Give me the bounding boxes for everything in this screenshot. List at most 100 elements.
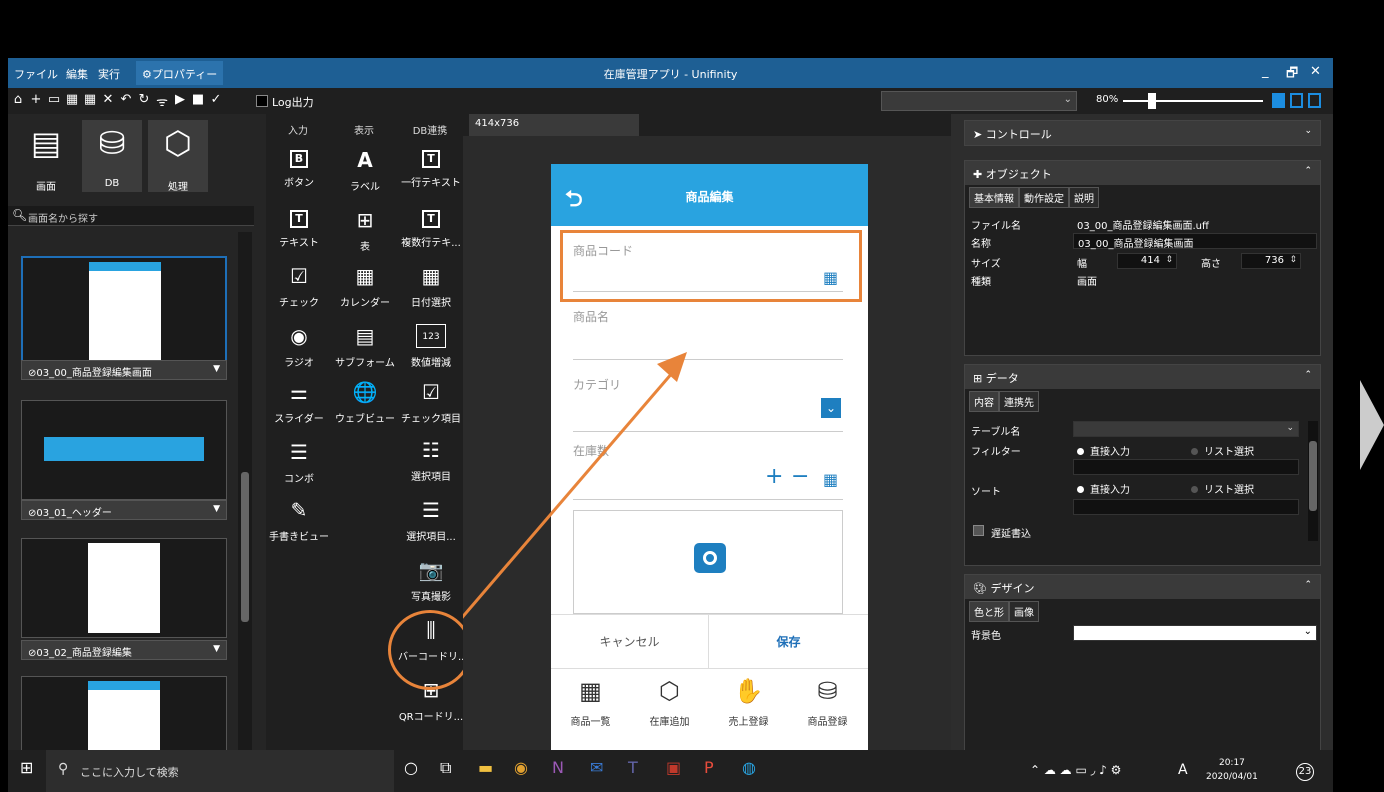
palette-select-item[interactable]: ☷ 選択項目 — [398, 438, 464, 483]
device-select[interactable]: ⌄ — [881, 91, 1077, 111]
home-icon[interactable]: ⌂ — [10, 92, 26, 107]
tab-color-shape[interactable]: 色と形 — [969, 601, 1009, 622]
tab-image[interactable]: 画像 — [1009, 601, 1039, 622]
palette-check[interactable]: ☑ チェック — [266, 264, 332, 309]
table-name-select[interactable]: ⌄ — [1073, 421, 1299, 437]
layout-triple-icon[interactable] — [1308, 93, 1321, 108]
teams-icon[interactable]: T — [628, 758, 638, 777]
layout-double-icon[interactable] — [1290, 93, 1303, 108]
chevron-down-icon[interactable]: ⌄ — [1304, 126, 1312, 136]
data-scrollbar[interactable] — [1308, 421, 1318, 541]
onenote-icon[interactable]: N — [552, 758, 564, 777]
tab-basic-info[interactable]: 基本情報 — [969, 187, 1019, 208]
cortana-icon[interactable]: ○ — [404, 758, 418, 777]
close-button[interactable]: ✕ — [1310, 64, 1321, 79]
task-view-icon[interactable]: ⧉ — [440, 758, 451, 778]
control-header[interactable]: ➤ コントロール ⌄ — [965, 121, 1320, 145]
palette-select-item-2[interactable]: ☰ 選択項目... — [398, 498, 464, 543]
chrome-icon[interactable]: ◉ — [514, 758, 528, 777]
prop-name-input[interactable]: 03_00_商品登録編集画面 — [1073, 233, 1317, 250]
filter-direct-radio[interactable]: 直接入力 — [1077, 443, 1130, 458]
screen-thumbnail-2[interactable] — [21, 400, 227, 500]
file-explorer-icon[interactable]: ▬ — [478, 758, 493, 777]
width-stepper[interactable]: 414 ⇕ — [1117, 253, 1177, 269]
unifinity-icon[interactable]: ◍ — [742, 758, 756, 777]
notification-icon[interactable]: 23 — [1296, 763, 1314, 781]
chevron-up-icon[interactable]: ⌃ — [1304, 370, 1312, 380]
add-icon[interactable]: + — [28, 92, 44, 107]
zoom-slider-track[interactable] — [1123, 100, 1263, 102]
palette-label[interactable]: A ラベル — [332, 148, 398, 193]
paint-icon[interactable]: ▣ — [666, 758, 681, 777]
sort-direct-radio[interactable]: 直接入力 — [1077, 481, 1130, 496]
control-selector[interactable]: ➤ コントロール ⌄ — [964, 120, 1321, 146]
design-header[interactable]: 🎨︎ デザイン ⌃ — [965, 575, 1320, 599]
palette-slider[interactable]: ⚌ スライダー — [266, 380, 332, 425]
tab-link[interactable]: 連携先 — [999, 391, 1039, 412]
screen-item-2[interactable]: ⊘03_01_ヘッダー ▼ — [21, 500, 227, 520]
palette-webview[interactable]: 🌐 ウェブビュー — [332, 380, 398, 425]
palette-subform[interactable]: ▤ サブフォーム — [332, 324, 398, 369]
palette-radio[interactable]: ◉ ラジオ — [266, 324, 332, 369]
chevron-down-icon[interactable]: ▼ — [213, 644, 220, 654]
tab-content[interactable]: 内容 — [969, 391, 999, 412]
data-scrollbar-thumb[interactable] — [1309, 441, 1317, 511]
check-icon[interactable]: ✓ — [208, 92, 224, 107]
bg-color-select[interactable]: ⌄ — [1073, 625, 1317, 641]
palette-date[interactable]: ▦ 日付選択 — [398, 264, 464, 309]
delay-write-checkbox[interactable] — [973, 525, 984, 536]
ime-indicator[interactable]: A — [1178, 762, 1188, 778]
windows-start-icon[interactable]: ⊞ — [20, 758, 33, 777]
scrollbar-thumb[interactable] — [241, 472, 249, 622]
layout-single-icon[interactable] — [1272, 93, 1285, 108]
height-stepper[interactable]: 736 ⇕ — [1241, 253, 1301, 269]
powerpoint-icon[interactable]: P — [704, 758, 714, 777]
category-db[interactable]: ⛁ DB — [82, 120, 142, 192]
undo-icon[interactable]: ↶ — [118, 92, 134, 107]
next-slide-arrow-icon[interactable] — [1360, 380, 1384, 470]
stop-icon[interactable]: ■ — [190, 92, 206, 107]
filter-list-radio[interactable]: リスト選択 — [1191, 443, 1254, 458]
sort-list-radio[interactable]: リスト選択 — [1191, 481, 1254, 496]
stepper-icon[interactable]: ⇕ — [1165, 255, 1173, 265]
category-screen[interactable]: ▤ 画面 — [16, 120, 76, 193]
palette-number[interactable]: 123 数値増減 — [398, 324, 464, 369]
palette-button[interactable]: B ボタン — [266, 148, 332, 189]
palette-handwriting[interactable]: ✎ 手書きビュー — [266, 498, 332, 543]
play-icon[interactable]: ▶ — [172, 92, 188, 107]
left-scrollbar[interactable] — [238, 232, 252, 792]
zoom-slider-handle[interactable] — [1148, 93, 1156, 109]
category-process[interactable]: ⬡ 処理 — [148, 120, 208, 193]
screen-item-1[interactable]: ⊘03_00_商品登録編集画面 ▼ — [21, 360, 227, 380]
screen-thumbnail-1[interactable] — [21, 256, 227, 368]
chevron-up-icon[interactable]: ⌃ — [1304, 166, 1312, 176]
save-all-icon[interactable]: ▦ — [82, 92, 98, 107]
tab-behavior[interactable]: 動作設定 — [1019, 187, 1069, 208]
chevron-down-icon[interactable]: ▼ — [213, 364, 220, 374]
sort-input[interactable] — [1073, 499, 1299, 515]
chevron-up-icon[interactable]: ⌃ — [1304, 580, 1312, 590]
screen-search-input[interactable]: 🔍︎ 画面名から探す — [8, 206, 254, 226]
log-checkbox[interactable] — [256, 95, 268, 107]
palette-multi-text[interactable]: T 複数行テキ... — [398, 208, 464, 249]
stepper-icon[interactable]: ⇕ — [1289, 255, 1297, 265]
screen-thumbnail-3[interactable] — [21, 538, 227, 638]
refresh-icon[interactable]: ↻ — [136, 92, 152, 107]
taskbar-search[interactable]: ⚲ ここに入力して検索 — [46, 750, 394, 792]
palette-table[interactable]: ⊞ 表 — [332, 208, 398, 253]
palette-photo[interactable]: 📷 写真撮影 — [398, 558, 464, 603]
taskbar-clock[interactable]: 20:17 2020/04/01 — [1206, 756, 1258, 784]
delete-icon[interactable]: ✕ — [100, 92, 116, 107]
object-header[interactable]: ✚ オブジェクト ⌃ — [965, 161, 1320, 185]
tray-icons[interactable]: ⌃ ☁ ☁ ▭ ◞ ♪ ⚙ — [1030, 763, 1121, 777]
data-header[interactable]: ⊞ データ ⌃ — [965, 365, 1320, 389]
tab-description[interactable]: 説明 — [1069, 187, 1099, 208]
palette-combo[interactable]: ☰ コンボ — [266, 440, 332, 485]
palette-check-item[interactable]: ☑ チェック項目 — [398, 380, 464, 425]
save-icon[interactable]: ▦ — [64, 92, 80, 107]
palette-single-text[interactable]: T 一行テキスト — [398, 148, 464, 189]
outlook-icon[interactable]: ✉ — [590, 758, 603, 777]
filter-input[interactable] — [1073, 459, 1299, 475]
palette-text[interactable]: T テキスト — [266, 208, 332, 249]
palette-calendar[interactable]: ▦ カレンダー — [332, 264, 398, 309]
